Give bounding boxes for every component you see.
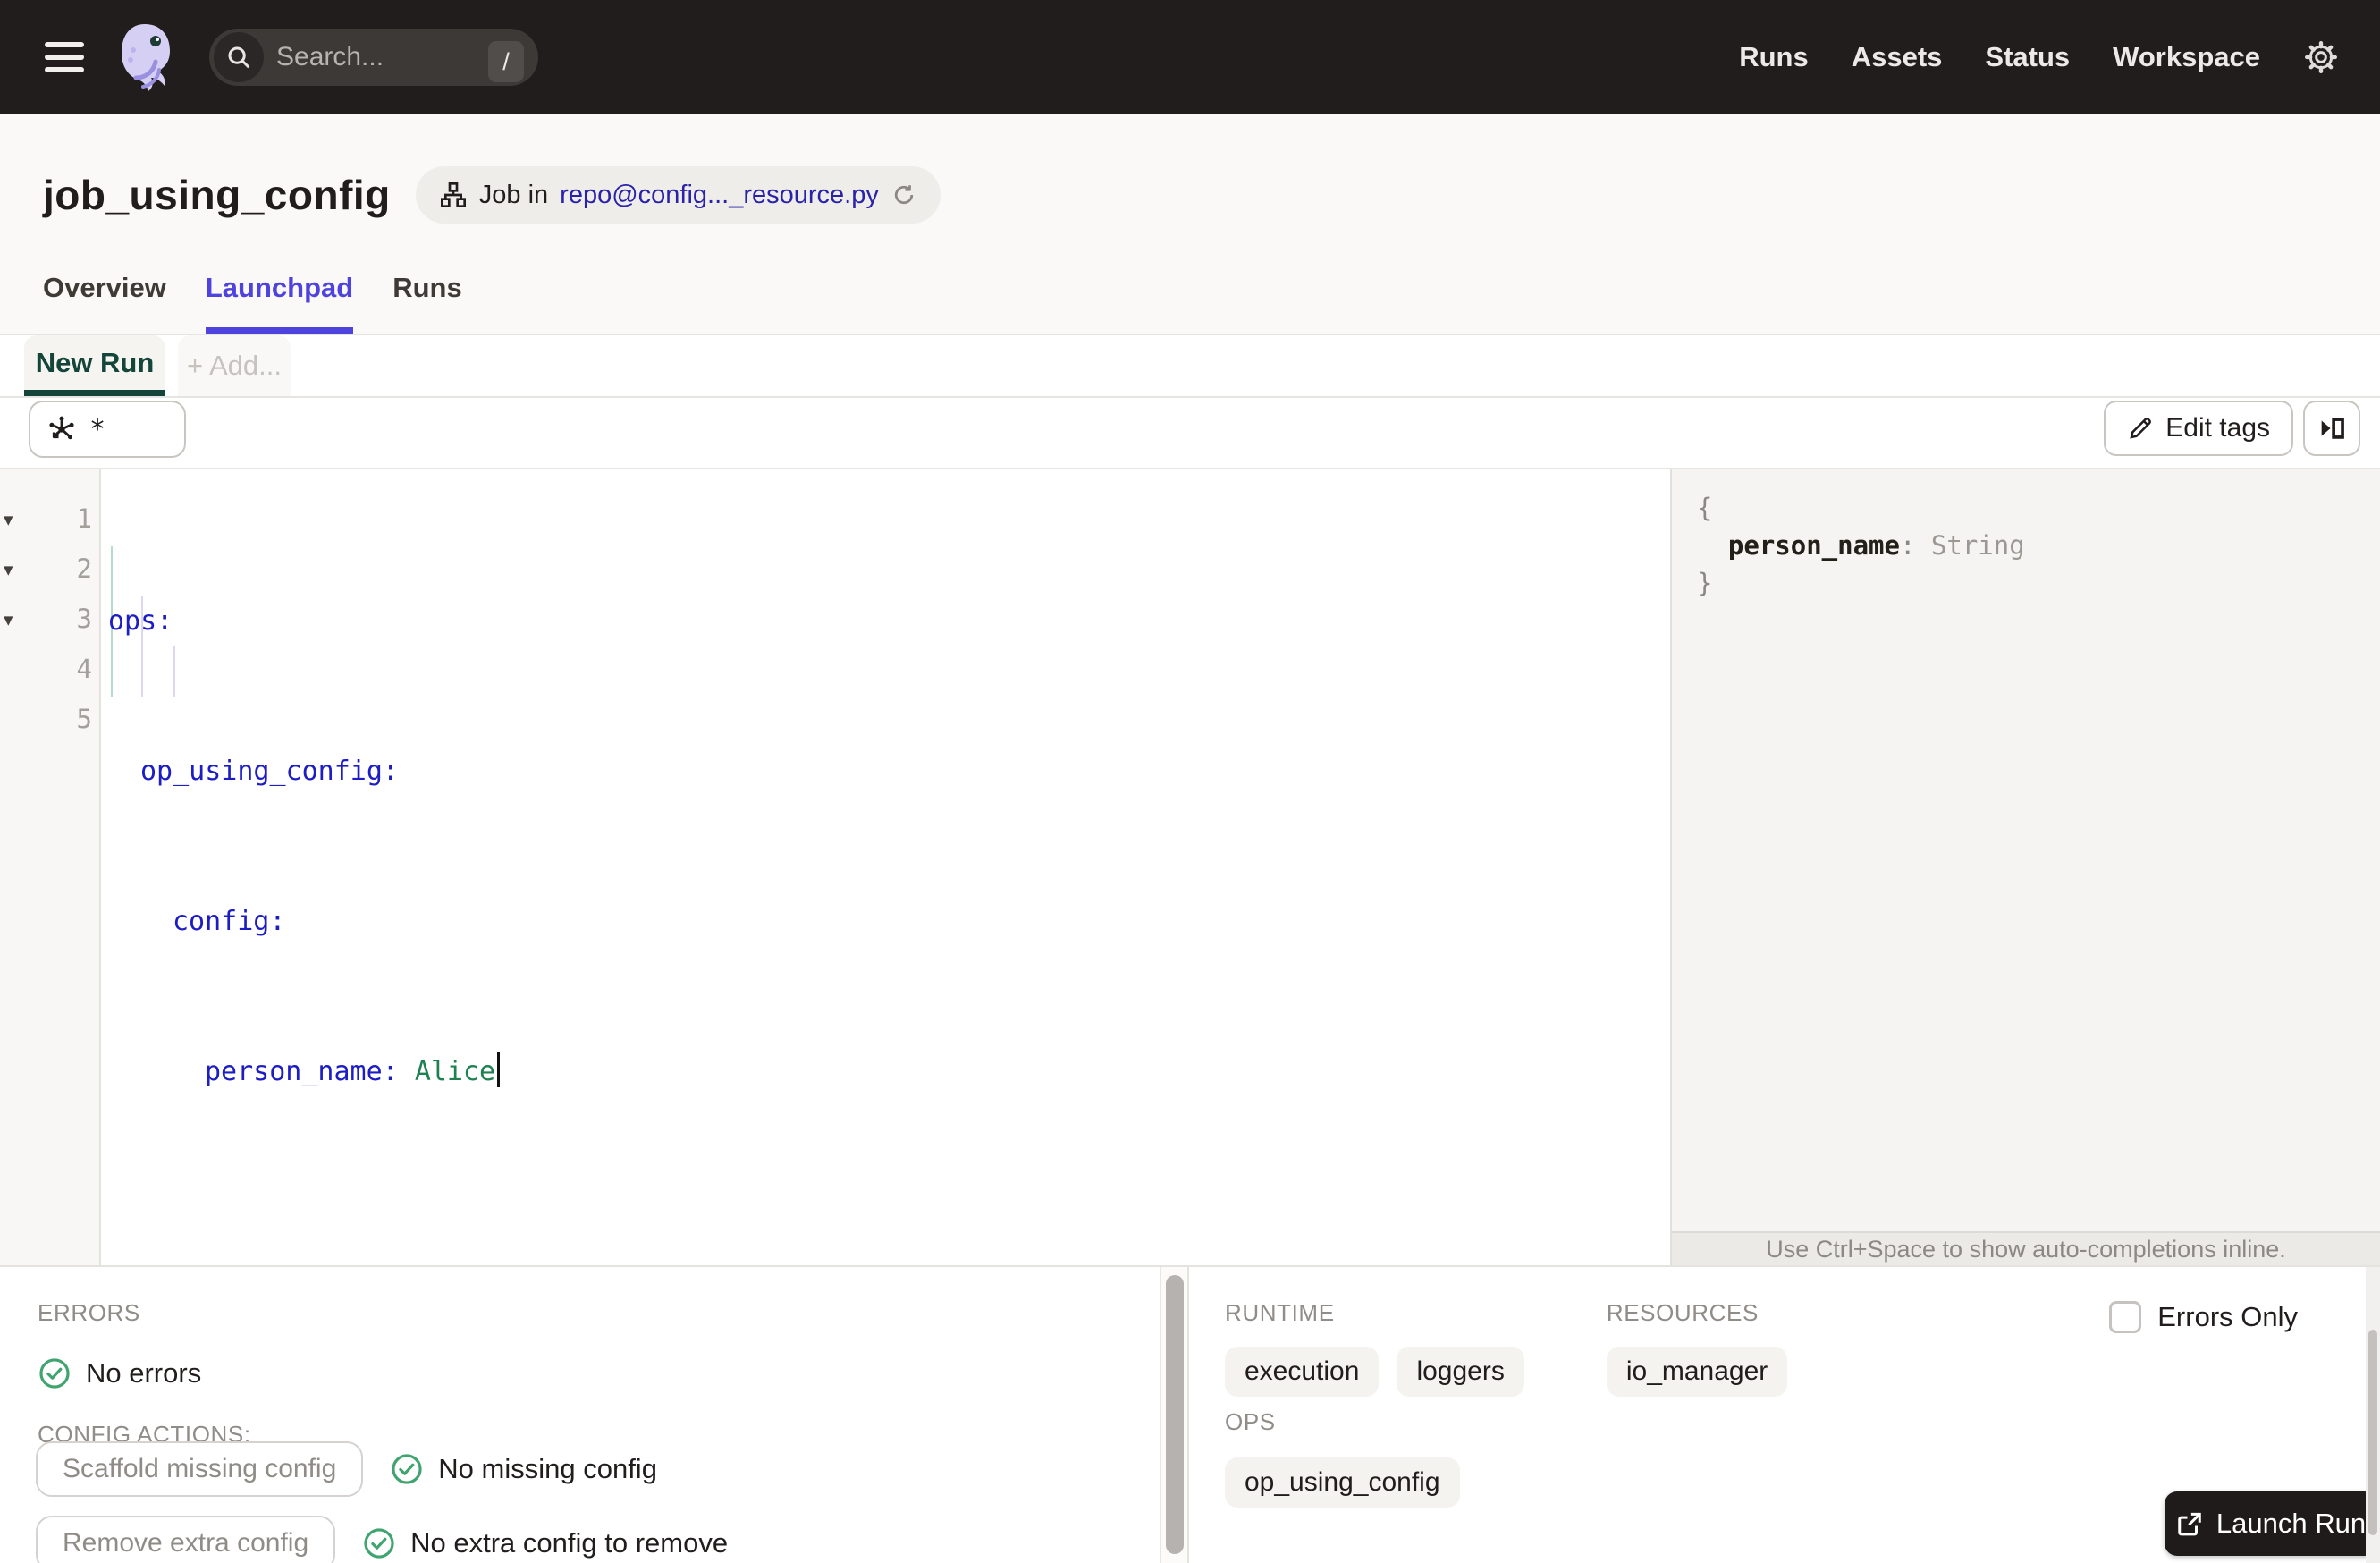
code-line[interactable]: op_using_config: [108, 747, 500, 797]
remove-extra-config-button[interactable]: Remove extra config [36, 1516, 336, 1563]
pencil-icon [2127, 415, 2154, 442]
no-errors-status: No errors [38, 1356, 201, 1390]
op-pill-op-using-config[interactable]: op_using_config [1225, 1457, 1460, 1508]
yaml-code[interactable]: ops: op_using_config: config: person_nam… [108, 496, 501, 1348]
scaffold-missing-config-button[interactable]: Scaffold missing config [36, 1441, 364, 1497]
play-panel-icon [2317, 413, 2347, 444]
reload-icon[interactable] [890, 182, 917, 208]
hamburger-menu-icon[interactable] [45, 42, 84, 72]
check-circle-icon [392, 1454, 422, 1484]
search-input[interactable] [276, 42, 455, 72]
launchpad-config-tabs: New Run + Add... [0, 335, 2380, 398]
op-selector-value: * [89, 413, 106, 445]
job-badge-prefix: Job in [478, 180, 549, 209]
code-line[interactable]: ops: [108, 596, 500, 646]
config-action-row: Remove extra config No extra config to r… [36, 1516, 728, 1563]
fold-arrow-icon[interactable]: ▾ [4, 609, 13, 631]
fold-arrow-icon[interactable]: ▾ [4, 509, 13, 531]
repo-link[interactable]: repo@config..._resource.py [560, 181, 879, 210]
expand-panel-button[interactable] [2303, 401, 2360, 456]
op-graph-icon [45, 412, 79, 446]
config-schema-panel: { person_name: String } Use Ctrl+Space t… [1670, 469, 2380, 1265]
text-cursor [497, 1052, 501, 1087]
line-number: 4 [76, 654, 92, 684]
nav-link-runs[interactable]: Runs [1739, 41, 1809, 73]
nav-link-workspace[interactable]: Workspace [2113, 41, 2260, 73]
edit-tags-label: Edit tags [2165, 413, 2270, 443]
errors-label: ERRORS [38, 1299, 140, 1326]
run-context-section: RUNTIME execution loggers RESOURCES io_m… [1191, 1267, 2380, 1563]
check-circle-icon [39, 1358, 70, 1389]
runtime-group: RUNTIME execution loggers [1225, 1299, 1524, 1397]
dagster-launchpad-page: / Runs Assets Status Workspace job_using… [0, 0, 2380, 1563]
gear-icon[interactable] [2303, 39, 2339, 75]
bottom-pane: ERRORS No errors CONFIG ACTIONS: Scaffol… [0, 1265, 2380, 1563]
tab-launchpad[interactable]: Launchpad [205, 272, 354, 334]
op-selector-input[interactable]: * [29, 401, 186, 458]
errors-only-toggle[interactable]: Errors Only [2109, 1301, 2298, 1333]
launch-run-button[interactable]: Launch Run [2165, 1491, 2377, 1556]
launchpad-toolbar: * Edit tags [0, 400, 2380, 469]
errors-scrollbar[interactable] [1160, 1267, 1189, 1563]
ops-label: OPS [1225, 1408, 1276, 1435]
launch-icon [2176, 1510, 2203, 1537]
page-title: job_using_config [43, 172, 391, 218]
errors-only-label: Errors Only [2157, 1301, 2298, 1332]
resources-label: RESOURCES [1606, 1299, 1759, 1326]
code-line[interactable]: config: [108, 897, 500, 947]
autocomplete-hint-band: Use Ctrl+Space to show auto-completions … [1672, 1231, 2380, 1265]
errors-only-checkbox[interactable] [2109, 1301, 2142, 1333]
search-shortcut-badge: / [488, 41, 524, 82]
autocomplete-hint: Use Ctrl+Space to show auto-completions … [1766, 1235, 2286, 1263]
page-tabs: Overview Launchpad Runs [43, 272, 462, 334]
navbar-links: Runs Assets Status Workspace [1739, 39, 2380, 75]
tab-overview[interactable]: Overview [43, 272, 166, 334]
schema-text: { person_name: String } [1697, 493, 2025, 598]
global-search[interactable]: / [209, 29, 538, 86]
top-navbar: / Runs Assets Status Workspace [0, 0, 2380, 114]
tab-runs[interactable]: Runs [392, 272, 462, 334]
config-tab-new-run[interactable]: New Run [24, 335, 165, 396]
job-graph-icon [439, 181, 468, 209]
ops-group: OPS op_using_config [1225, 1408, 1460, 1508]
dagster-logo [109, 21, 179, 94]
code-line[interactable] [108, 1197, 500, 1247]
line-number: 1 [76, 503, 92, 534]
nav-link-assets[interactable]: Assets [1852, 41, 1943, 73]
line-number: 5 [76, 704, 92, 734]
runtime-pill-loggers[interactable]: loggers [1397, 1347, 1524, 1397]
search-icon [214, 32, 264, 82]
scrollbar-thumb[interactable] [1166, 1275, 1184, 1554]
fold-arrow-icon[interactable]: ▾ [4, 559, 13, 581]
launch-run-label: Launch Run [2215, 1508, 2367, 1539]
scrollbar-thumb[interactable] [2368, 1330, 2377, 1535]
context-scrollbar[interactable] [2366, 1267, 2380, 1563]
check-circle-icon [364, 1528, 394, 1559]
resources-group: RESOURCES io_manager [1606, 1299, 1788, 1397]
add-config-tab-button[interactable]: + Add... [178, 335, 291, 396]
no-extra-config-status: No extra config to remove [362, 1526, 728, 1560]
config-editor[interactable]: ▾ 1 ▾ 2 ▾ 3 4 5 ops: op_using_config: co… [0, 469, 1670, 1265]
runtime-pill-execution[interactable]: execution [1225, 1347, 1380, 1397]
errors-section: ERRORS No errors CONFIG ACTIONS: Scaffol… [0, 1267, 1160, 1563]
no-missing-config-status: No missing config [390, 1452, 657, 1486]
job-location-badge: Job in repo@config..._resource.py [415, 166, 941, 224]
runtime-label: RUNTIME [1225, 1299, 1335, 1326]
nav-link-status[interactable]: Status [1985, 41, 2070, 73]
edit-tags-button[interactable]: Edit tags [2104, 401, 2293, 456]
line-number: 2 [76, 553, 92, 584]
page-header: job_using_config Job in repo@config..._r… [0, 114, 2380, 335]
config-action-row: Scaffold missing config No missing confi… [36, 1441, 657, 1497]
code-line[interactable]: person_name: Alice [108, 1047, 501, 1097]
line-number: 3 [76, 604, 92, 634]
editor-gutter: ▾ 1 ▾ 2 ▾ 3 4 5 [0, 469, 101, 1265]
resource-pill-io-manager[interactable]: io_manager [1606, 1347, 1788, 1397]
